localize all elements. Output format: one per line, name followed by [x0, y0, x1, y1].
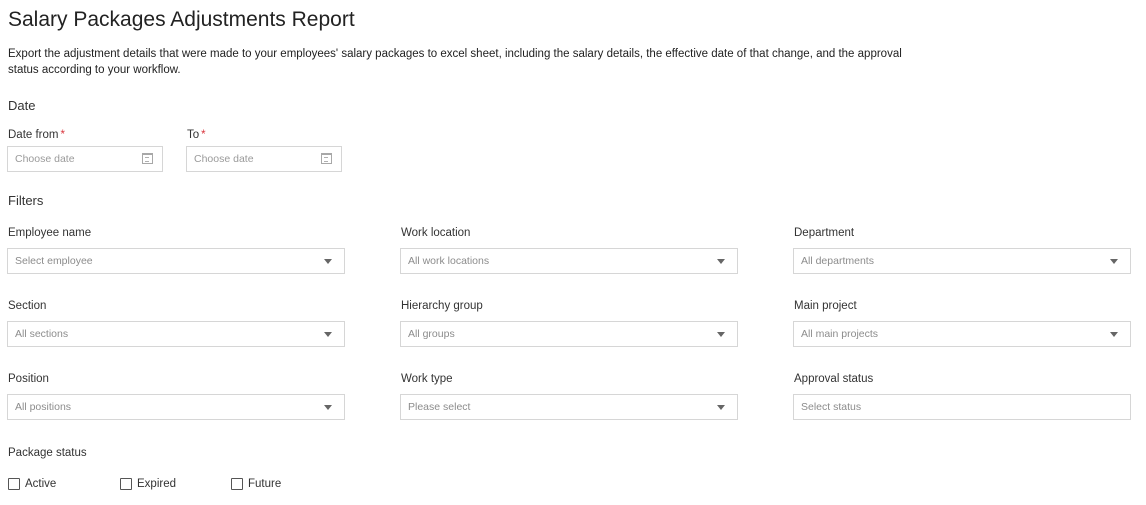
approval-status-select-placeholder: Select status — [801, 401, 862, 413]
checkbox-future[interactable] — [231, 478, 243, 490]
report-page: Salary Packages Adjustments Report Expor… — [0, 0, 1146, 505]
date-section-heading: Date — [8, 98, 36, 113]
checkbox-future-label: Future — [248, 478, 282, 490]
package-status-label: Package status — [8, 447, 87, 459]
department-select[interactable]: All departments — [793, 248, 1131, 274]
checkbox-active-label: Active — [25, 478, 57, 490]
date-to-label-text: To — [187, 129, 200, 141]
employee-select[interactable]: Select employee — [7, 248, 345, 274]
work-location-label: Work location — [401, 227, 471, 239]
approval-status-label: Approval status — [794, 373, 874, 385]
calendar-icon[interactable] — [321, 153, 332, 164]
section-select-placeholder: All sections — [15, 328, 69, 340]
chevron-down-icon — [717, 332, 725, 337]
required-mark: * — [60, 129, 65, 141]
employee-name-label: Employee name — [8, 227, 92, 239]
department-label: Department — [794, 227, 855, 239]
work-type-select-placeholder: Please select — [408, 401, 471, 413]
hierarchy-group-select[interactable]: All groups — [400, 321, 738, 347]
filters-section-heading: Filters — [8, 193, 44, 208]
hierarchy-group-select-placeholder: All groups — [408, 328, 455, 340]
calendar-icon[interactable] — [142, 153, 153, 164]
chevron-down-icon — [717, 259, 725, 264]
position-select[interactable]: All positions — [7, 394, 345, 420]
main-project-label: Main project — [794, 300, 857, 312]
work-location-select[interactable]: All work locations — [400, 248, 738, 274]
checkbox-expired[interactable] — [120, 478, 132, 490]
chevron-down-icon — [1110, 259, 1118, 264]
required-mark: * — [201, 129, 206, 141]
chevron-down-icon — [324, 405, 332, 410]
main-project-select[interactable]: All main projects — [793, 321, 1131, 347]
checkbox-future-group[interactable]: Future — [231, 478, 281, 490]
main-project-select-placeholder: All main projects — [801, 328, 879, 340]
position-select-placeholder: All positions — [15, 401, 72, 413]
work-location-select-placeholder: All work locations — [408, 255, 490, 267]
date-from-input[interactable]: Choose date — [7, 146, 163, 172]
date-from-label: Date from * — [8, 129, 65, 141]
date-from-placeholder: Choose date — [15, 153, 75, 165]
checkbox-expired-label: Expired — [137, 478, 176, 490]
date-from-label-text: Date from — [8, 129, 59, 141]
work-type-label: Work type — [401, 373, 453, 385]
department-select-placeholder: All departments — [801, 255, 874, 267]
chevron-down-icon — [324, 259, 332, 264]
chevron-down-icon — [1110, 332, 1118, 337]
chevron-down-icon — [324, 332, 332, 337]
checkbox-active[interactable] — [8, 478, 20, 490]
date-to-input[interactable]: Choose date — [186, 146, 342, 172]
date-to-placeholder: Choose date — [194, 153, 254, 165]
section-select[interactable]: All sections — [7, 321, 345, 347]
section-label: Section — [8, 300, 47, 312]
chevron-down-icon — [717, 405, 725, 410]
checkbox-active-group[interactable]: Active — [8, 478, 56, 490]
approval-status-select[interactable]: Select status — [793, 394, 1131, 420]
checkbox-expired-group[interactable]: Expired — [120, 478, 176, 490]
date-to-label: To * — [187, 129, 206, 141]
position-label: Position — [8, 373, 49, 385]
employee-select-placeholder: Select employee — [15, 255, 93, 267]
work-type-select[interactable]: Please select — [400, 394, 738, 420]
hierarchy-group-label: Hierarchy group — [401, 300, 483, 312]
page-title: Salary Packages Adjustments Report — [8, 8, 355, 31]
page-description: Export the adjustment details that were … — [8, 48, 902, 76]
